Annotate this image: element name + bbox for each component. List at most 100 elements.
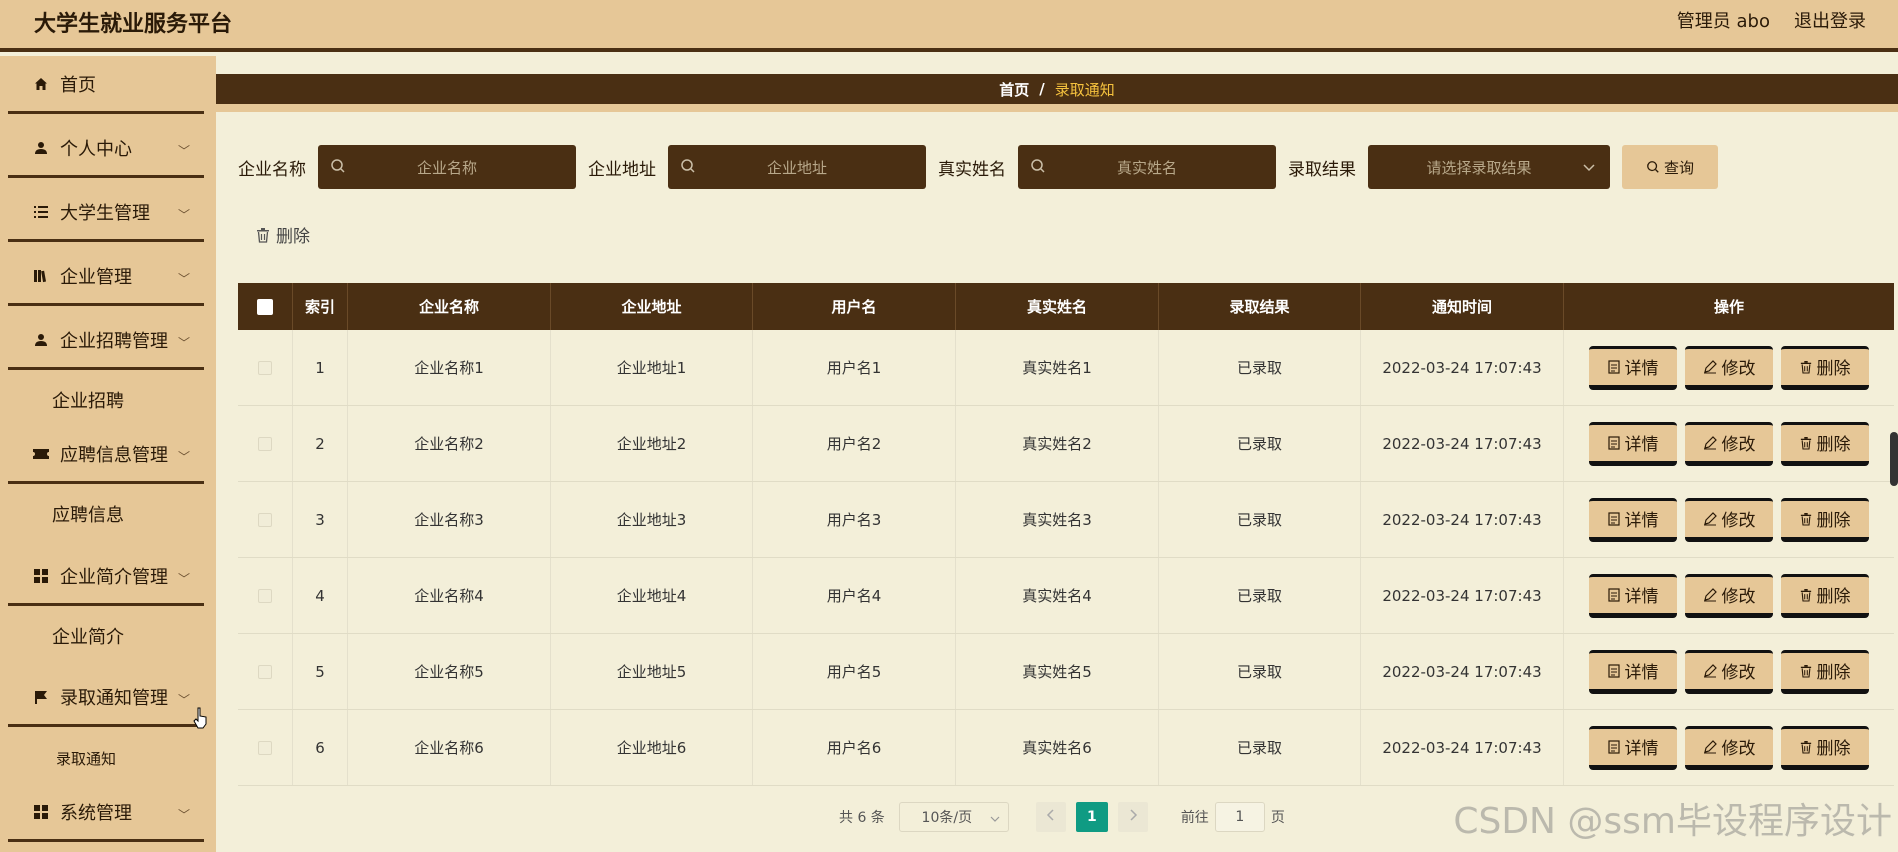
goto-page-input[interactable]: 1: [1214, 802, 1265, 832]
ticket-icon: [32, 445, 50, 463]
cell-result: 已录取: [1159, 330, 1361, 405]
real-name-input[interactable]: 真实姓名: [1018, 145, 1276, 189]
detail-button[interactable]: 详情: [1589, 345, 1677, 390]
cell-company: 企业名称5: [348, 634, 551, 709]
row-checkbox[interactable]: [258, 360, 272, 375]
sidebar-subitem-application[interactable]: 应聘信息: [8, 488, 204, 540]
prev-page-button[interactable]: [1035, 802, 1066, 832]
company-address-placeholder: 企业地址: [766, 158, 827, 177]
trash-icon: [1800, 360, 1812, 374]
select-all-cell: [238, 283, 293, 330]
cell-company: 企业名称4: [348, 558, 551, 633]
cell-index: 4: [293, 558, 348, 633]
row-select-cell: [238, 330, 293, 405]
edit-button-label: 修改: [1721, 587, 1756, 607]
row-select-cell: [238, 710, 293, 785]
sidebar-subitem-recruit[interactable]: 企业招聘: [8, 374, 204, 426]
edit-button[interactable]: 修改: [1685, 345, 1773, 390]
sidebar-item-label: 大学生管理: [60, 202, 150, 224]
grid-icon: [32, 803, 50, 821]
cell-username: 用户名2: [753, 406, 956, 481]
row-checkbox[interactable]: [258, 512, 272, 527]
sidebar-item-system[interactable]: 系统管理 ﹀: [8, 784, 204, 842]
cell-real-name: 真实姓名1: [956, 330, 1159, 405]
pencil-icon: [1703, 587, 1717, 602]
logout-link[interactable]: 退出登录: [1794, 7, 1866, 33]
sidebar-item-label: 企业招聘: [52, 391, 124, 412]
sidebar-item-companies[interactable]: 企业管理 ﹀: [8, 248, 204, 306]
page-size-select[interactable]: 10条/页: [898, 802, 1009, 832]
detail-button[interactable]: 详情: [1589, 573, 1677, 618]
cell-address: 企业地址3: [551, 482, 753, 557]
detail-button[interactable]: 详情: [1589, 421, 1677, 466]
chevron-down-icon: ﹀: [177, 336, 190, 350]
sidebar-item-recruit-mgmt[interactable]: 企业招聘管理 ﹀: [8, 312, 204, 370]
delete-button[interactable]: 删除: [1781, 497, 1869, 542]
row-checkbox[interactable]: [258, 664, 272, 679]
edit-button[interactable]: 修改: [1685, 573, 1773, 618]
detail-button[interactable]: 详情: [1589, 497, 1677, 542]
sidebar-subitem-notice[interactable]: 录取通知: [8, 732, 204, 784]
edit-button[interactable]: 修改: [1685, 421, 1773, 466]
delete-button[interactable]: 删除: [1781, 649, 1869, 694]
breadcrumb-home[interactable]: 首页: [999, 79, 1029, 100]
edit-button[interactable]: 修改: [1685, 649, 1773, 694]
page-unit-label: 页: [1270, 810, 1285, 826]
trash-icon: [1800, 436, 1812, 450]
chevron-down-icon: ﹀: [177, 572, 190, 586]
detail-button[interactable]: 详情: [1589, 649, 1677, 694]
delete-button[interactable]: 删除: [1781, 725, 1869, 770]
column-header: 企业地址: [551, 283, 753, 330]
search-filter-bar: 企业名称 企业名称 企业地址 企业地址 真实姓名 真实姓名 录取结果 请选择录取…: [238, 145, 1718, 189]
row-checkbox[interactable]: [258, 740, 272, 755]
scrollbar[interactable]: [1890, 432, 1898, 486]
pencil-icon: [1703, 435, 1717, 450]
company-address-label: 企业地址: [588, 159, 656, 180]
sidebar-subitem-profile[interactable]: 企业简介: [8, 610, 204, 662]
search-icon: [1030, 158, 1046, 178]
cell-actions: 详情 修改 删除: [1564, 710, 1894, 785]
trash-icon: [1800, 512, 1812, 526]
sidebar-item-notice-mgmt[interactable]: 录取通知管理 ﹀: [8, 669, 204, 727]
sidebar-item-label: 个人中心: [60, 138, 132, 160]
detail-button-label: 详情: [1624, 435, 1659, 455]
delete-button[interactable]: 删除: [1781, 345, 1869, 390]
cell-actions: 详情 修改 删除: [1564, 482, 1894, 557]
company-name-input[interactable]: 企业名称: [318, 145, 576, 189]
sidebar-item-profile[interactable]: 个人中心 ﹀: [8, 120, 204, 178]
column-header: 通知时间: [1361, 283, 1564, 330]
detail-button[interactable]: 详情: [1589, 725, 1677, 770]
edit-button-label: 修改: [1721, 359, 1756, 379]
sidebar-item-application-mgmt[interactable]: 应聘信息管理 ﹀: [8, 426, 204, 484]
row-checkbox[interactable]: [258, 436, 272, 451]
cell-result: 已录取: [1159, 634, 1361, 709]
trash-icon: [256, 227, 270, 243]
batch-delete-button[interactable]: 删除: [256, 222, 310, 247]
cell-address: 企业地址5: [551, 634, 753, 709]
page-number-current[interactable]: 1: [1075, 802, 1108, 832]
delete-button[interactable]: 删除: [1781, 573, 1869, 618]
list-icon: [32, 203, 50, 221]
edit-button[interactable]: 修改: [1685, 725, 1773, 770]
select-all-checkbox[interactable]: [257, 298, 273, 315]
row-checkbox[interactable]: [258, 588, 272, 603]
pencil-icon: [1703, 739, 1717, 754]
chevron-down-icon: [1582, 159, 1596, 178]
table-row: 2 企业名称2 企业地址2 用户名2 真实姓名2 已录取 2022-03-24 17:07:…: [238, 406, 1894, 482]
chevron-down-icon: ﹀: [177, 272, 190, 286]
flag-icon: [32, 688, 50, 706]
sidebar-item-home[interactable]: 首页: [8, 56, 204, 114]
sidebar-item-students[interactable]: 大学生管理 ﹀: [8, 184, 204, 242]
delete-button[interactable]: 删除: [1781, 421, 1869, 466]
result-select[interactable]: 请选择录取结果: [1368, 145, 1610, 189]
pointer-cursor-icon: [193, 707, 209, 733]
company-address-input[interactable]: 企业地址: [668, 145, 926, 189]
page-size-value: 10条/页: [921, 810, 973, 826]
next-page-button[interactable]: [1117, 802, 1148, 832]
sidebar-item-label: 企业管理: [60, 266, 132, 288]
query-button[interactable]: 查询: [1622, 145, 1718, 189]
column-header: 录取结果: [1159, 283, 1361, 330]
cell-company: 企业名称2: [348, 406, 551, 481]
sidebar-item-profile-mgmt[interactable]: 企业简介管理 ﹀: [8, 548, 204, 606]
edit-button[interactable]: 修改: [1685, 497, 1773, 542]
